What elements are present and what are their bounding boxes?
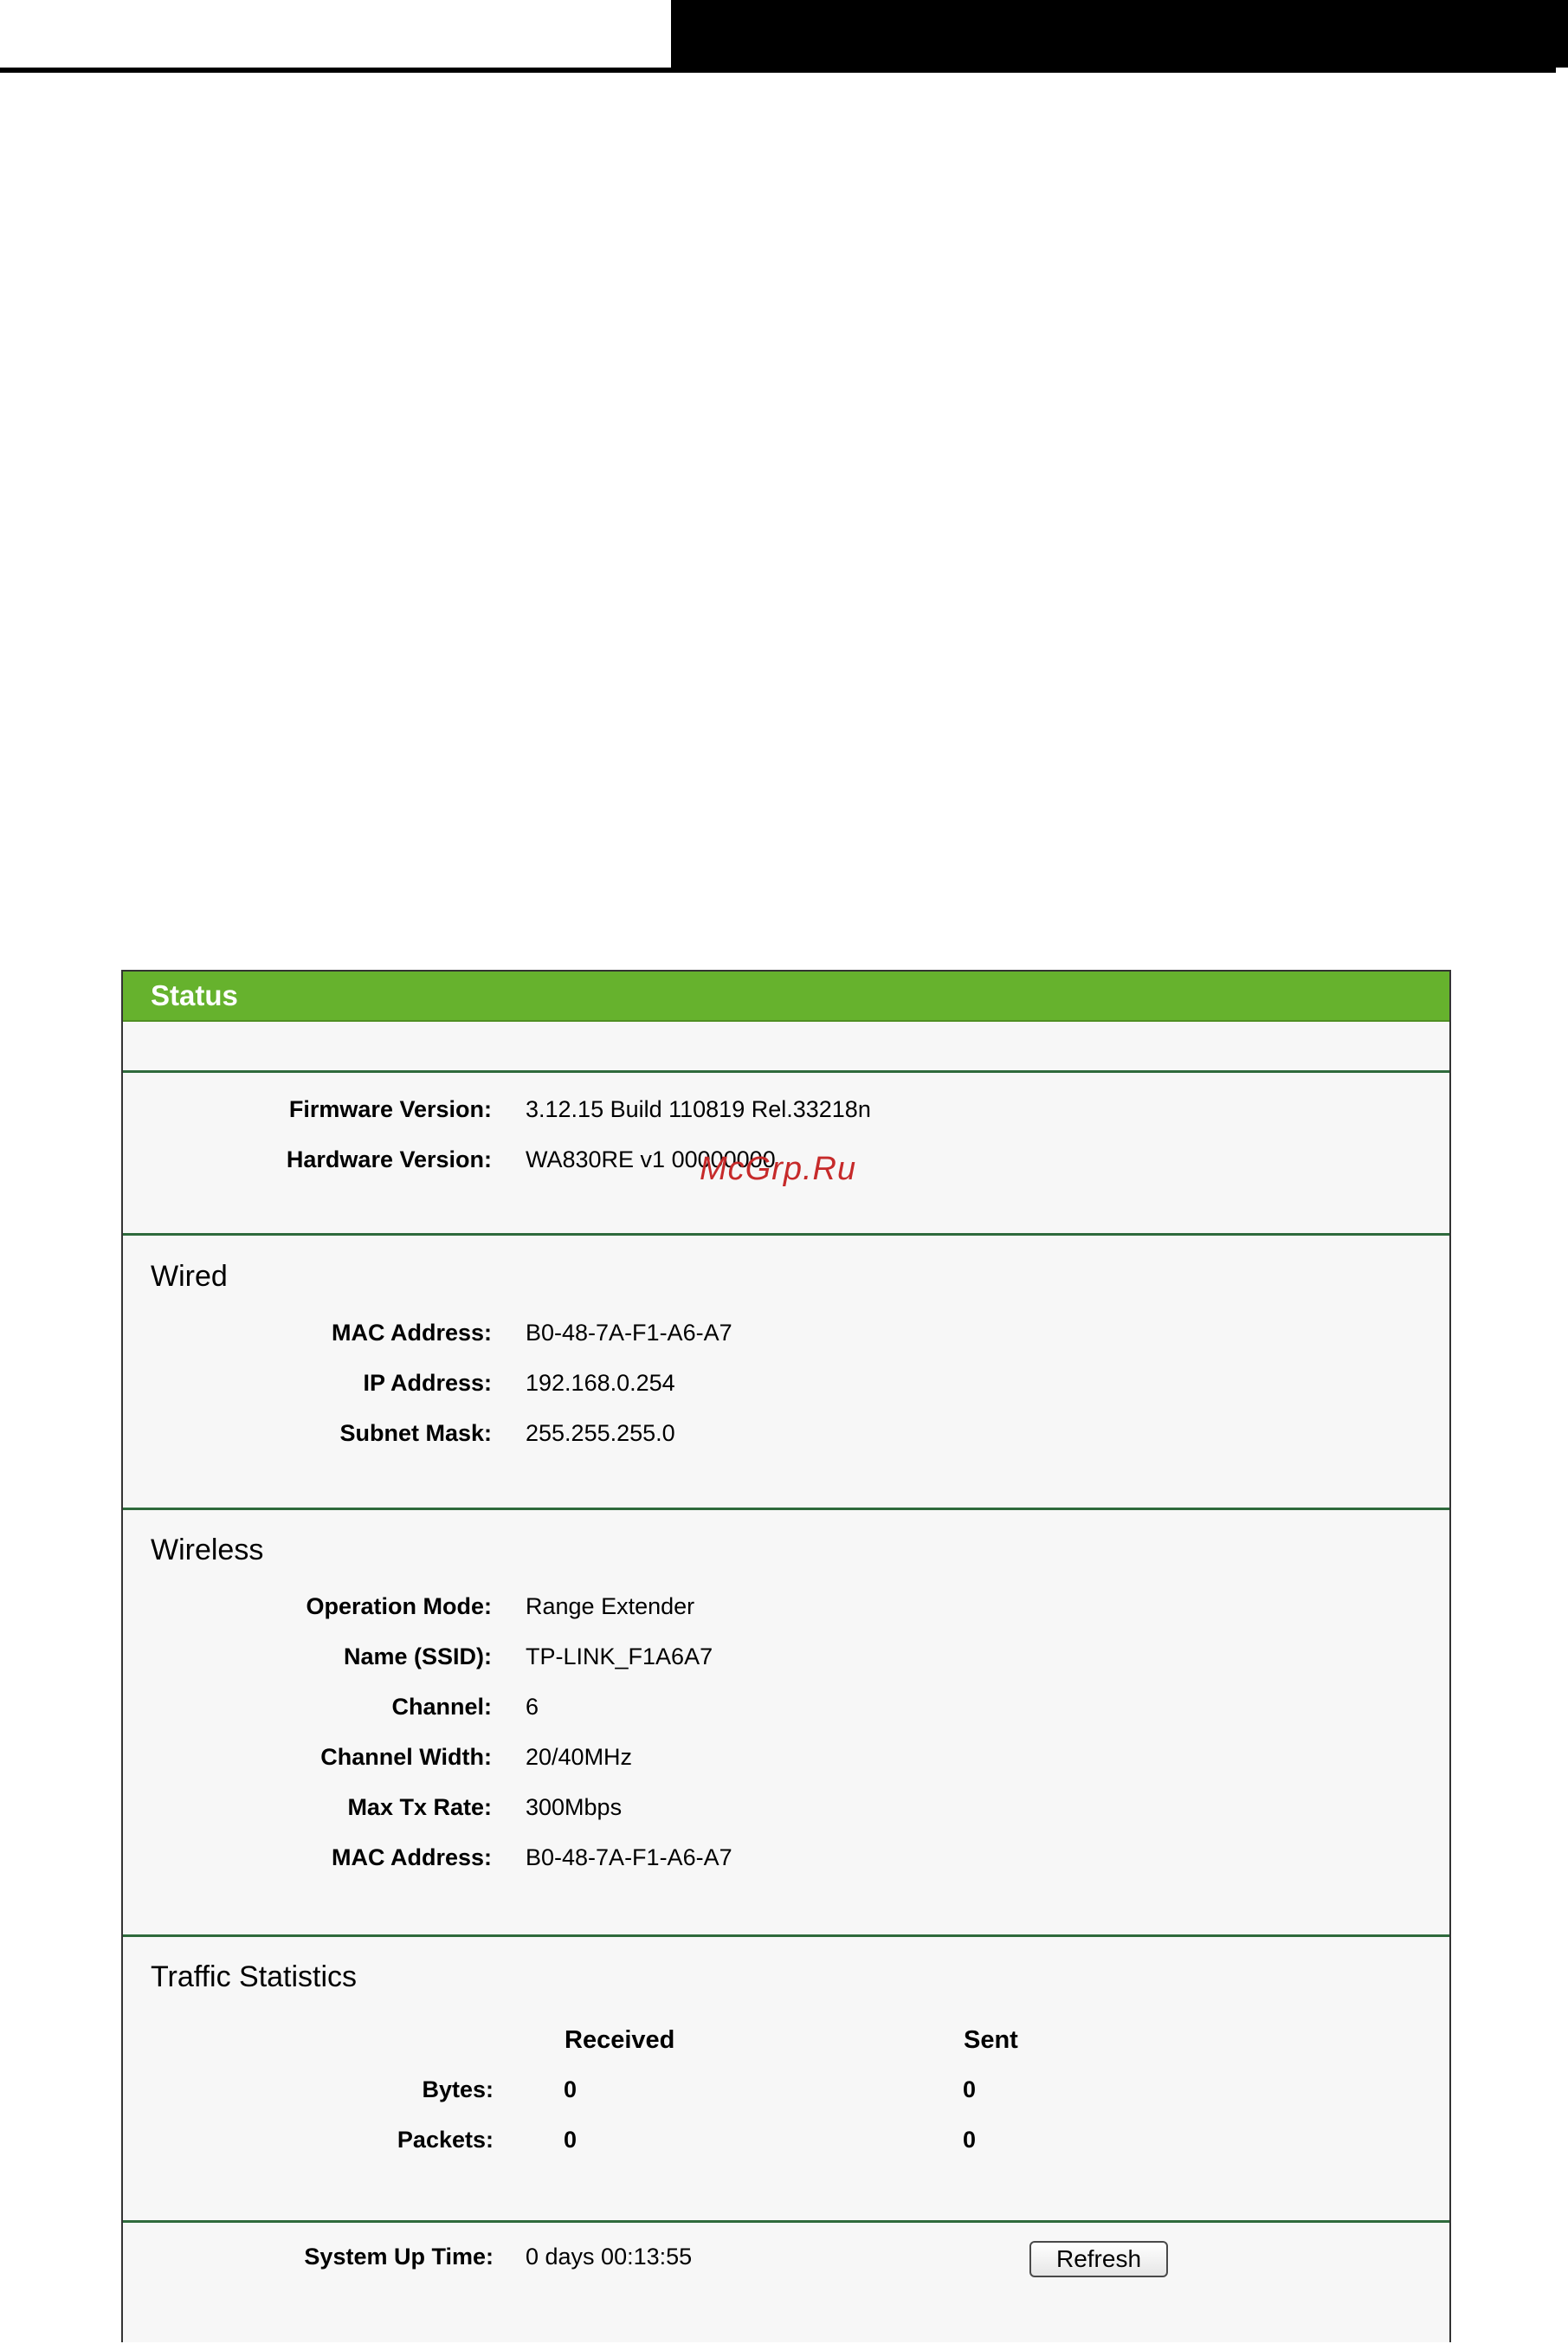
channel-value: 6 [526, 1694, 539, 1720]
wireless-tx-rate-row: Max Tx Rate: 300Mbps [123, 1792, 1449, 1823]
ssid-value: TP-LINK_F1A6A7 [526, 1643, 713, 1669]
wireless-channel-width-row: Channel Width: 20/40MHz [123, 1741, 1449, 1773]
packets-row: Packets: 0 0 [123, 2124, 1449, 2155]
section-wired: Wired MAC Address: B0-48-7A-F1-A6-A7 IP … [123, 1236, 1449, 1510]
packets-sent-value: 0 [963, 2127, 977, 2153]
wired-subnet-label: Subnet Mask: [339, 1420, 492, 1446]
wired-ip-row: IP Address: 192.168.0.254 [123, 1367, 1449, 1398]
hardware-version-label: Hardware Version: [286, 1146, 492, 1172]
uptime-value: 0 days 00:13:55 [526, 2244, 693, 2270]
section-uptime: System Up Time: 0 days 00:13:55 Refresh [123, 2223, 1449, 2344]
wired-ip-label: IP Address: [363, 1370, 492, 1396]
wireless-mac-row: MAC Address: B0-48-7A-F1-A6-A7 [123, 1842, 1449, 1873]
bytes-label: Bytes: [422, 2076, 494, 2102]
wired-mac-row: MAC Address: B0-48-7A-F1-A6-A7 [123, 1317, 1449, 1348]
wireless-section-title: Wireless [151, 1534, 264, 1566]
firmware-version-label: Firmware Version: [288, 1096, 492, 1122]
max-tx-rate-value: 300Mbps [526, 1794, 623, 1820]
operation-mode-value: Range Extender [526, 1593, 695, 1619]
bytes-received-value: 0 [564, 2076, 578, 2102]
wireless-channel-row: Channel: 6 [123, 1691, 1449, 1722]
refresh-button[interactable]: Refresh [1029, 2241, 1168, 2277]
top-bar-left [0, 0, 671, 73]
wired-ip-value: 192.168.0.254 [526, 1370, 675, 1396]
section-traffic-statistics: Traffic Statistics Received Sent Bytes: … [123, 1937, 1449, 2223]
top-bar-notch [1556, 68, 1568, 73]
traffic-section-title: Traffic Statistics [151, 1960, 358, 1993]
wireless-mac-value: B0-48-7A-F1-A6-A7 [526, 1844, 732, 1870]
wireless-ssid-row: Name (SSID): TP-LINK_F1A6A7 [123, 1641, 1449, 1672]
status-panel-header: Status [123, 972, 1449, 1022]
ssid-label: Name (SSID): [343, 1643, 492, 1669]
firmware-version-value: 3.12.15 Build 110819 Rel.33218n [526, 1096, 871, 1122]
operation-mode-label: Operation Mode: [306, 1593, 493, 1619]
watermark-text: McGrp.Ru [700, 1151, 857, 1187]
uptime-label: System Up Time: [304, 2244, 494, 2270]
firmware-version-row: Firmware Version: 3.12.15 Build 110819 R… [123, 1094, 1449, 1125]
sent-column-header: Sent [964, 2026, 1018, 2054]
wired-section-title: Wired [151, 1260, 228, 1293]
uptime-row: System Up Time: 0 days 00:13:55 [123, 2241, 1449, 2272]
panel-spacer-row [123, 1022, 1449, 1073]
packets-label: Packets: [397, 2127, 494, 2153]
max-tx-rate-label: Max Tx Rate: [347, 1794, 492, 1820]
packets-received-value: 0 [564, 2127, 578, 2153]
wireless-mode-row: Operation Mode: Range Extender [123, 1591, 1449, 1622]
top-bar-right [671, 0, 1568, 73]
wired-subnet-value: 255.255.255.0 [526, 1420, 675, 1446]
bytes-row: Bytes: 0 0 [123, 2074, 1449, 2105]
status-title: Status [151, 979, 238, 1011]
wireless-mac-label: MAC Address: [331, 1844, 492, 1870]
bytes-sent-value: 0 [963, 2076, 977, 2102]
wired-mac-value: B0-48-7A-F1-A6-A7 [526, 1320, 732, 1346]
received-column-header: Received [565, 2026, 675, 2054]
channel-label: Channel: [391, 1694, 492, 1720]
wired-mac-label: MAC Address: [331, 1320, 492, 1346]
section-wireless: Wireless Operation Mode: Range Extender … [123, 1510, 1449, 1937]
channel-width-label: Channel Width: [320, 1744, 492, 1770]
wired-subnet-row: Subnet Mask: 255.255.255.0 [123, 1417, 1449, 1449]
channel-width-value: 20/40MHz [526, 1744, 633, 1770]
